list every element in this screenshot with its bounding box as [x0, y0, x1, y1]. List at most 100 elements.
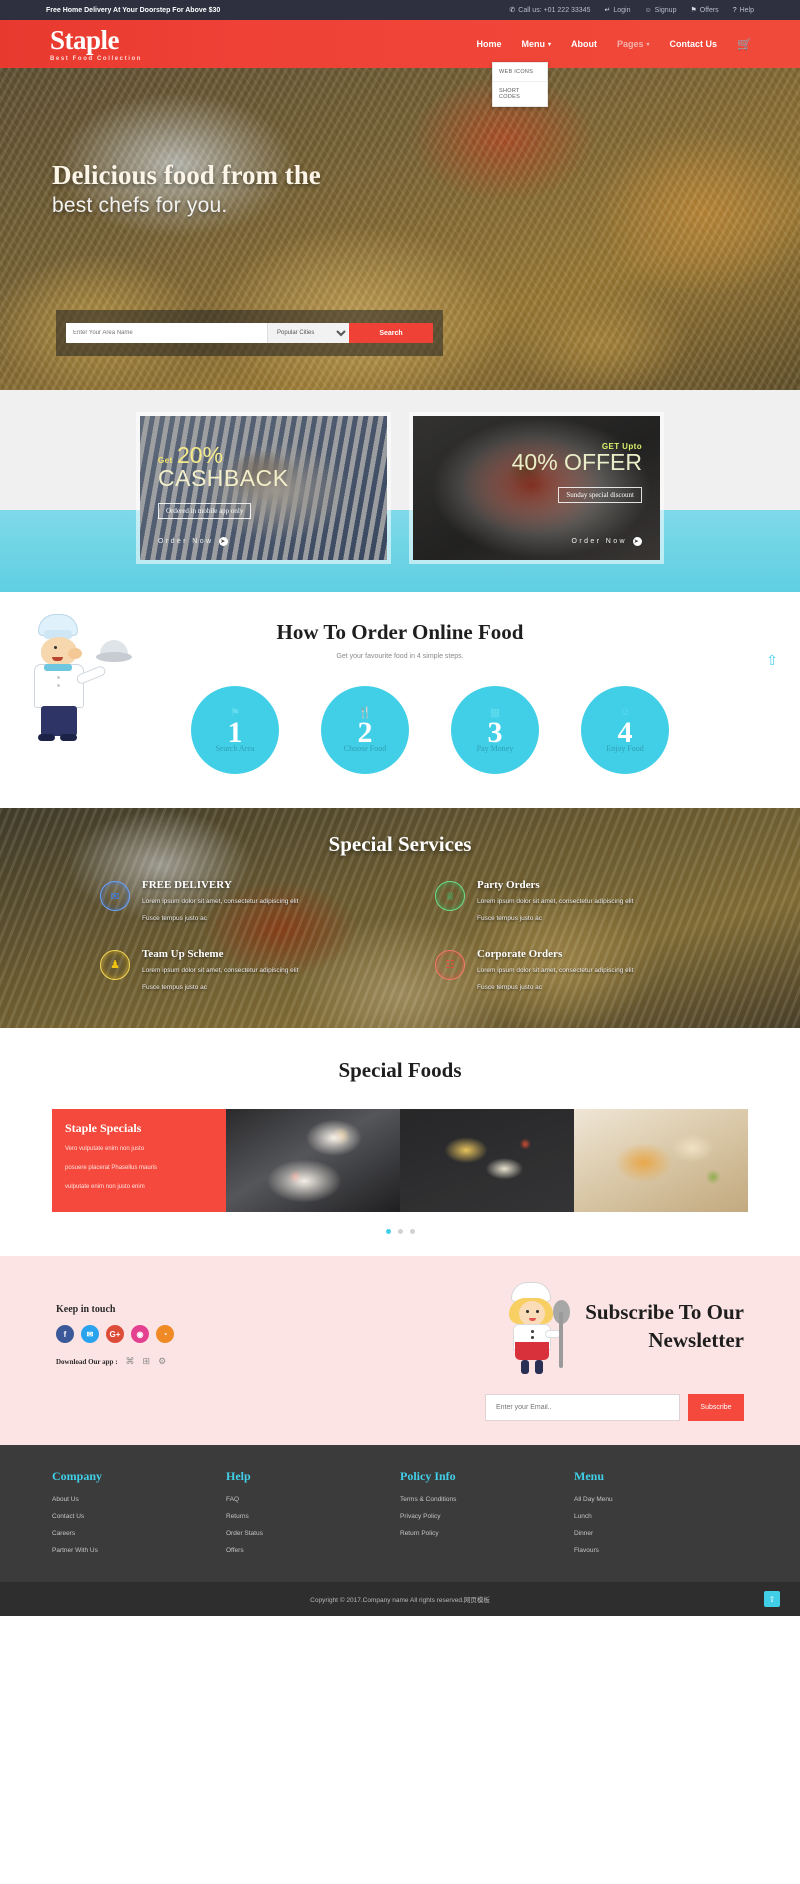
food-image-card-2[interactable]	[400, 1109, 574, 1212]
footer-link[interactable]: Partner With Us	[52, 1547, 226, 1554]
top-bar: Free Home Delivery At Your Doorstep For …	[0, 0, 800, 20]
newsletter-title-line2: Newsletter	[648, 1328, 744, 1353]
facebook-icon[interactable]: f	[56, 1325, 74, 1343]
carousel-dot-1[interactable]	[385, 1229, 391, 1234]
special-foods-section: Special Foods Staple Specials Vero vulpu…	[0, 1028, 800, 1256]
step-label: Choose Food	[343, 744, 387, 753]
food-image-card-3[interactable]	[574, 1109, 748, 1212]
footer-link[interactable]: Careers	[52, 1530, 226, 1537]
subscribe-button[interactable]: Subscribe	[687, 1394, 744, 1421]
nav-item-about[interactable]: About	[571, 39, 597, 49]
shopping-cart-icon[interactable]: 🛒	[737, 37, 752, 51]
footer-link[interactable]: FAQ	[226, 1496, 400, 1503]
social-links: f ✉ G+ ◉ ◔	[56, 1325, 345, 1343]
windows-icon[interactable]: ⊞	[143, 1356, 151, 1367]
footer-link[interactable]: Return Policy	[400, 1530, 574, 1537]
service-party-orders[interactable]: ♕ Party Orders Lorem ipsum dolor sit ame…	[435, 879, 730, 926]
step-enjoy-food[interactable]: ☺ 4 Enjoy Food	[581, 686, 669, 774]
top-bar-call[interactable]: ✆ Call us: +01 222 33345	[509, 6, 590, 15]
footer-link[interactable]: Offers	[226, 1547, 400, 1554]
instagram-icon[interactable]: ◉	[131, 1325, 149, 1343]
offer-card-content: Get 20% CASHBACK Ordered in mobile app o…	[140, 416, 387, 560]
food-promo-line3: vulputate enim non justo enim	[65, 1184, 145, 1190]
service-corporate-orders[interactable]: ☷ Corporate Orders Lorem ipsum dolor sit…	[435, 948, 730, 995]
service-free-delivery[interactable]: ✉ FREE DELIVERY Lorem ipsum dolor sit am…	[100, 879, 395, 926]
footer-link[interactable]: About Us	[52, 1496, 226, 1503]
promo-text: Free Home Delivery At Your Doorstep For …	[46, 6, 221, 14]
footer-column-company: Company About Us Contact Us Careers Part…	[52, 1469, 226, 1564]
offer-card-cashback[interactable]: Get 20% CASHBACK Ordered in mobile app o…	[136, 412, 391, 564]
nav-item-home[interactable]: Home	[476, 39, 501, 49]
dropdown-item-short-codes[interactable]: SHORT CODES	[493, 82, 547, 106]
apple-icon[interactable]: ⌘	[126, 1356, 135, 1367]
login-label: Login	[613, 6, 631, 14]
hero-content: Delicious food from the best chefs for y…	[0, 68, 800, 218]
top-bar-offers[interactable]: ⚑ Offers	[690, 6, 719, 15]
search-input[interactable]	[66, 323, 267, 343]
arrow-up-icon[interactable]: ⇧	[764, 1591, 780, 1607]
special-services-section: Special Services ✉ FREE DELIVERY Lorem i…	[0, 808, 800, 1028]
truck-icon: ✉	[100, 881, 130, 911]
footer-link[interactable]: Returns	[226, 1513, 400, 1520]
brand-name: Staple	[50, 24, 120, 55]
email-field[interactable]	[484, 1394, 680, 1421]
footer-link[interactable]: Dinner	[574, 1530, 748, 1537]
food-image-card-1[interactable]	[226, 1109, 400, 1212]
chevron-down-icon: ▾	[646, 41, 650, 48]
chef-mascot-icon	[14, 614, 132, 746]
services-grid: ✉ FREE DELIVERY Lorem ipsum dolor sit am…	[0, 857, 800, 994]
smile-icon: ☺	[619, 706, 631, 718]
city-select[interactable]: Popular Cities	[267, 323, 349, 343]
nav-item-contact-label: Contact Us	[669, 39, 718, 49]
brand-logo[interactable]: Staple Best Food Collection	[50, 24, 142, 62]
step-label: Pay Money	[476, 744, 514, 753]
android-icon[interactable]: ⚙	[158, 1356, 166, 1367]
how-to-order-section: ⇧ How To Order Online Food Get your favo…	[0, 592, 800, 808]
offers-section: Get 20% CASHBACK Ordered in mobile app o…	[0, 390, 800, 592]
top-bar-signup[interactable]: ☺ Signup	[645, 7, 677, 14]
step-label: Enjoy Food	[606, 744, 644, 753]
nav-links: Home Menu ▾ About Pages ▾ Contact Us 🛒	[476, 37, 752, 51]
download-app-label: Download Our app :	[56, 1357, 118, 1366]
twitter-icon[interactable]: ✉	[81, 1325, 99, 1343]
newsletter-signup-block: Subscribe To Our Newsletter Subscribe	[345, 1282, 744, 1421]
google-plus-icon[interactable]: G+	[106, 1325, 124, 1343]
footer-link[interactable]: Flavours	[574, 1547, 748, 1554]
footer-link[interactable]: Privacy Policy	[400, 1513, 574, 1520]
step-pay-money[interactable]: ▦ 3 Pay Money	[451, 686, 539, 774]
services-content: Special Services ✉ FREE DELIVERY Lorem i…	[0, 808, 800, 994]
search-button[interactable]: Search	[349, 323, 433, 343]
female-chef-icon	[497, 1282, 581, 1380]
footer-link[interactable]: Terms & Conditions	[400, 1496, 574, 1503]
footer-column-title: Policy Info	[400, 1469, 456, 1483]
food-promo-card[interactable]: Staple Specials Vero vulputate enim non …	[52, 1109, 226, 1212]
dropdown-item-web-icons[interactable]: WEB ICONS	[493, 63, 547, 82]
carousel-dots	[0, 1229, 800, 1234]
carousel-dot-2[interactable]	[397, 1229, 403, 1234]
arrow-up-icon[interactable]: ⇧	[766, 652, 778, 669]
newsletter-title-line1: Subscribe To Our	[585, 1300, 744, 1324]
food-promo-line1: Vero vulputate enim non justo	[65, 1146, 145, 1152]
newsletter-title: Subscribe To Our Newsletter	[585, 1282, 744, 1355]
service-team-up-scheme[interactable]: ♟ Team Up Scheme Lorem ipsum dolor sit a…	[100, 948, 395, 995]
pages-dropdown-menu[interactable]: WEB ICONS SHORT CODES	[492, 62, 548, 107]
newsletter-form: Subscribe	[345, 1394, 744, 1421]
copyright-bar: Copyright © 2017.Company name All rights…	[0, 1582, 800, 1616]
footer-link[interactable]: All Day Menu	[574, 1496, 748, 1503]
nav-item-pages[interactable]: Pages ▾	[617, 39, 650, 49]
footer-link[interactable]: Lunch	[574, 1513, 748, 1520]
carousel-dot-3[interactable]	[409, 1229, 415, 1234]
rss-icon[interactable]: ◔	[156, 1325, 174, 1343]
step-choose-food[interactable]: 🍴 2 Choose Food	[321, 686, 409, 774]
offer-card-discount[interactable]: GET Upto 40% OFFER Sunday special discou…	[409, 412, 664, 564]
offers-label: Offers	[699, 6, 719, 14]
step-search-area[interactable]: ⚑ 1 Search Area	[191, 686, 279, 774]
offer-card-content: GET Upto 40% OFFER Sunday special discou…	[413, 416, 660, 560]
offer-tag: Ordered in mobile app only	[158, 503, 252, 519]
nav-item-contact-us[interactable]: Contact Us	[670, 39, 718, 49]
nav-item-menu[interactable]: Menu ▾	[521, 39, 551, 49]
footer-link[interactable]: Contact Us	[52, 1513, 226, 1520]
footer-link[interactable]: Order Status	[226, 1530, 400, 1537]
top-bar-login[interactable]: ↵ Login	[605, 6, 631, 15]
top-bar-help[interactable]: ? Help	[733, 7, 754, 14]
